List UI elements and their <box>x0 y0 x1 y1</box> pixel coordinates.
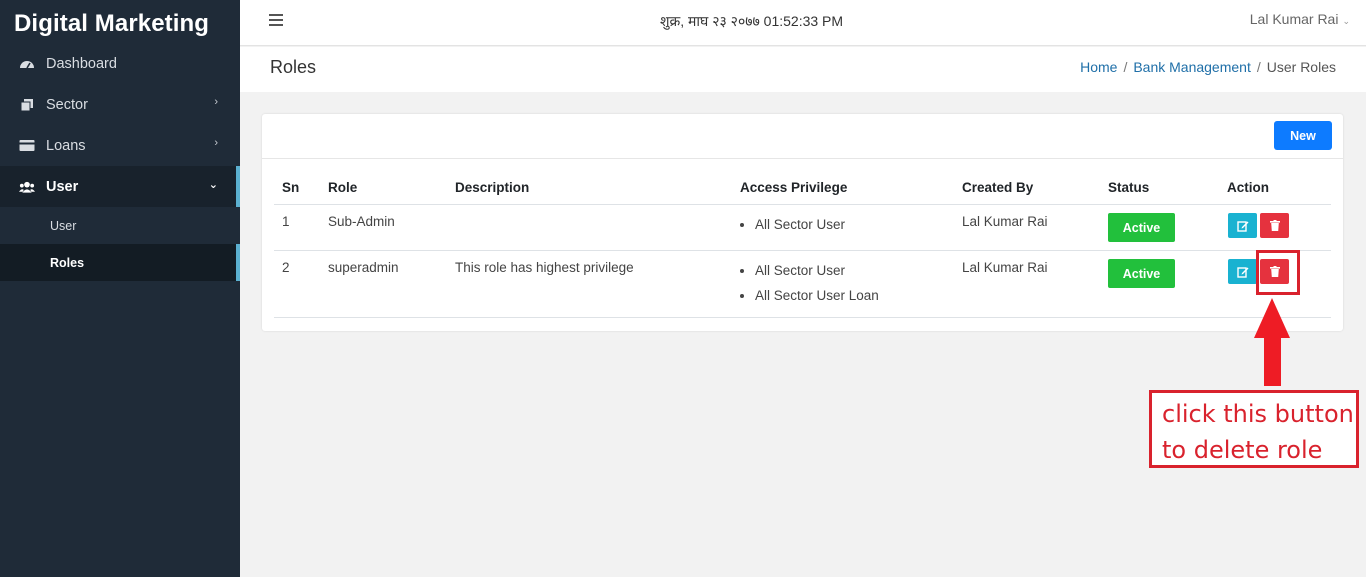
arrow-up-icon <box>1254 298 1290 338</box>
table-divider <box>274 250 1331 251</box>
breadcrumb: Home / Bank Management / User Roles <box>1080 59 1336 75</box>
active-indicator <box>236 244 240 281</box>
table-divider <box>274 204 1331 205</box>
column-header-status: Status <box>1108 180 1150 195</box>
card-header: New <box>262 114 1343 159</box>
column-header-sn: Sn <box>282 180 300 195</box>
annotation-line: to delete role <box>1162 436 1323 464</box>
chevron-down-icon: ⌄ <box>1342 16 1350 26</box>
cell-access-privilege: All Sector User All Sector User Loan <box>740 258 879 308</box>
breadcrumb-home[interactable]: Home <box>1080 59 1117 75</box>
annotation-line: click this button <box>1162 400 1354 428</box>
sidebar: Digital Marketing Dashboard Sector › Loa… <box>0 0 240 577</box>
table-divider <box>274 317 1331 318</box>
user-menu[interactable]: Lal Kumar Rai ⌄ <box>1250 11 1350 27</box>
current-datetime: शुक्र, माघ २३ २०७७ 01:52:33 PM <box>660 13 844 29</box>
roles-card: New Sn Role Description Access Privilege… <box>262 114 1343 331</box>
sidebar-item-label: Dashboard <box>46 55 117 72</box>
sidebar-item-dashboard[interactable]: Dashboard <box>0 43 240 84</box>
edit-button[interactable] <box>1228 259 1257 284</box>
dashboard-icon <box>19 57 35 71</box>
sidebar-subitem-user[interactable]: User <box>0 207 240 244</box>
cell-sn: 2 <box>282 260 290 275</box>
arrow-shaft <box>1264 337 1281 386</box>
active-indicator <box>236 166 240 207</box>
edit-icon <box>1236 266 1248 278</box>
privilege-item: All Sector User <box>755 212 845 237</box>
sidebar-item-label: Sector <box>46 96 88 113</box>
cell-created-by: Lal Kumar Rai <box>962 260 1048 275</box>
chevron-right-icon: › <box>214 137 218 149</box>
cell-description: This role has highest privilege <box>455 260 634 275</box>
sidebar-item-label: User <box>46 178 79 195</box>
username: Lal Kumar Rai <box>1249 11 1339 27</box>
new-role-button[interactable]: New <box>1274 121 1332 150</box>
column-header-created-by: Created By <box>962 180 1034 195</box>
status-badge: Active <box>1108 213 1175 242</box>
copy-icon <box>19 98 35 112</box>
edit-icon <box>1236 220 1248 232</box>
delete-highlight-box <box>1256 250 1300 295</box>
breadcrumb-separator: / <box>1123 59 1128 75</box>
sidebar-item-label: Loans <box>46 137 86 154</box>
chevron-down-icon: ⌄ <box>208 179 218 191</box>
chevron-right-icon: › <box>214 96 218 108</box>
page-title: Roles <box>270 57 317 77</box>
sidebar-subitem-label: Roles <box>50 255 85 270</box>
privilege-item: All Sector User <box>755 258 879 283</box>
sidebar-item-sector[interactable]: Sector › <box>0 84 240 125</box>
column-header-access-privilege: Access Privilege <box>740 180 848 195</box>
status-badge: Active <box>1108 259 1175 288</box>
privilege-item: All Sector User Loan <box>755 283 879 308</box>
cell-created-by: Lal Kumar Rai <box>962 214 1048 229</box>
users-icon <box>19 180 35 194</box>
hamburger-menu-icon[interactable] <box>269 14 283 26</box>
breadcrumb-separator: / <box>1256 59 1261 75</box>
brand-title[interactable]: Digital Marketing <box>14 10 209 38</box>
trash-icon <box>1269 220 1280 231</box>
topbar: शुक्र, माघ २३ २०७७ 01:52:33 PM Lal Kumar… <box>240 0 1366 46</box>
cell-sn: 1 <box>282 214 290 229</box>
cell-access-privilege: All Sector User <box>740 212 845 237</box>
card-icon <box>19 139 35 153</box>
edit-button[interactable] <box>1228 213 1257 238</box>
column-header-role: Role <box>328 180 358 195</box>
delete-button[interactable] <box>1260 213 1289 238</box>
sidebar-item-loans[interactable]: Loans › <box>0 125 240 166</box>
cell-role: Sub-Admin <box>328 214 395 229</box>
breadcrumb-current: User Roles <box>1266 59 1336 75</box>
column-header-action: Action <box>1227 180 1269 195</box>
annotation-callout: click this button to delete role <box>1149 390 1359 468</box>
breadcrumb-bank-management[interactable]: Bank Management <box>1133 59 1251 75</box>
sidebar-subitem-roles[interactable]: Roles <box>0 244 240 281</box>
column-header-description: Description <box>455 180 530 195</box>
cell-role: superadmin <box>328 260 399 275</box>
sidebar-item-user[interactable]: User ⌄ <box>0 166 240 207</box>
page-header: Roles Home / Bank Management / User Roles <box>240 47 1366 92</box>
